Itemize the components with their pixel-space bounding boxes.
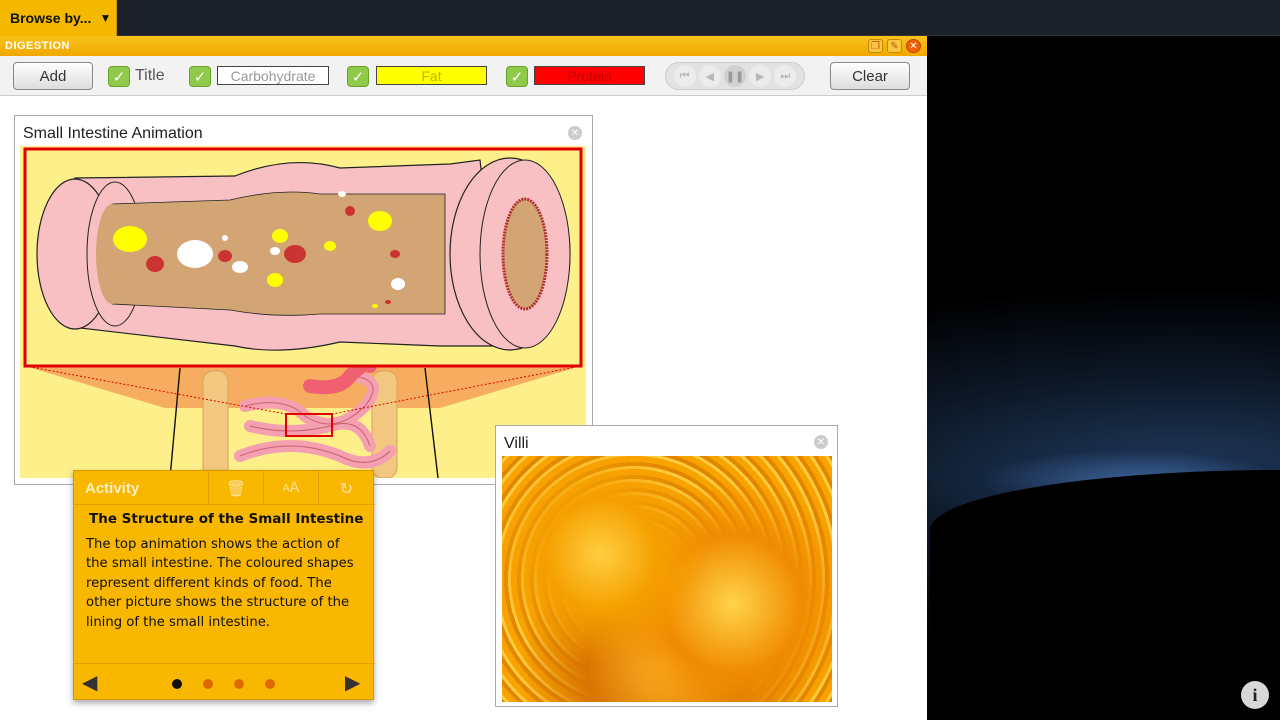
info-icon[interactable]: i (1241, 681, 1269, 709)
close-panel-icon[interactable]: ✕ (814, 435, 828, 449)
fat-color-swatch[interactable]: Fat (376, 66, 487, 85)
pause-icon[interactable]: ❚❚ (723, 65, 746, 87)
close-panel-icon[interactable]: ✕ (568, 126, 582, 140)
top-bar: Browse by... ▼ (0, 0, 1280, 36)
browse-by-button[interactable]: Browse by... ▼ (0, 0, 117, 36)
fat-checkbox[interactable]: ✓ (347, 66, 369, 87)
carbohydrate-checkbox[interactable]: ✓ (189, 66, 211, 87)
step-forward-icon[interactable]: ▶ (749, 65, 772, 87)
carbohydrate-color-swatch[interactable]: Carbohydrate (217, 66, 329, 85)
step-back-icon[interactable]: ◀ (698, 65, 721, 87)
close-window-icon[interactable]: ✕ (906, 39, 921, 53)
activity-navigation: ◀ ▶ (74, 663, 375, 701)
window-title-bar[interactable]: DIGESTION ❐ ✎ ✕ (0, 36, 927, 56)
window-title: DIGESTION (5, 40, 71, 52)
playback-controls: ⏮ ◀ ❚❚ ▶ ⏭ (665, 62, 805, 90)
planet-silhouette (930, 470, 1280, 720)
reset-icon[interactable]: ↻ (319, 471, 374, 505)
protein-color-swatch[interactable]: Protein (534, 66, 645, 85)
text-size-icon[interactable]: AA (264, 471, 319, 505)
page-dot[interactable] (234, 679, 244, 689)
digestion-window: DIGESTION ❐ ✎ ✕ Add ✓ Title ✓ Carbohydra… (0, 36, 927, 720)
edit-window-icon[interactable]: ✎ (887, 39, 902, 53)
title-checkbox-label: Title (135, 67, 165, 84)
villi-photo (502, 456, 832, 702)
title-checkbox[interactable]: ✓ (108, 66, 130, 87)
page-dot[interactable] (172, 679, 182, 689)
activity-label: Activity (74, 471, 209, 505)
trash-icon[interactable]: 🗑 (209, 471, 264, 505)
skip-to-end-icon[interactable]: ⏭ (774, 65, 797, 87)
clear-button[interactable]: Clear (830, 62, 910, 90)
animation-panel-title: Small Intestine Animation (23, 125, 203, 142)
activity-body: The top animation shows the action of th… (86, 537, 354, 630)
villi-panel-title: Villi (504, 435, 529, 452)
activity-heading: The Structure of the Small Intestine (89, 511, 364, 527)
protein-checkbox[interactable]: ✓ (506, 66, 528, 87)
toolbar: Add ✓ Title ✓ Carbohydrate ✓ Fat ✓ Prote… (0, 56, 927, 96)
page-dot[interactable] (265, 679, 275, 689)
next-arrow-icon[interactable]: ▶ (345, 670, 360, 694)
activity-card[interactable]: Activity 🗑 AA ↻ The Structure of the Sma… (73, 470, 375, 701)
skip-to-start-icon[interactable]: ⏮ (673, 65, 696, 87)
restore-window-icon[interactable]: ❐ (868, 39, 883, 53)
add-button[interactable]: Add (13, 62, 93, 90)
previous-arrow-icon[interactable]: ◀ (82, 670, 97, 694)
chevron-down-icon: ▼ (99, 11, 112, 25)
page-dot[interactable] (203, 679, 213, 689)
villi-panel[interactable]: Villi ✕ (495, 425, 838, 707)
browse-by-label: Browse by... (10, 10, 92, 26)
